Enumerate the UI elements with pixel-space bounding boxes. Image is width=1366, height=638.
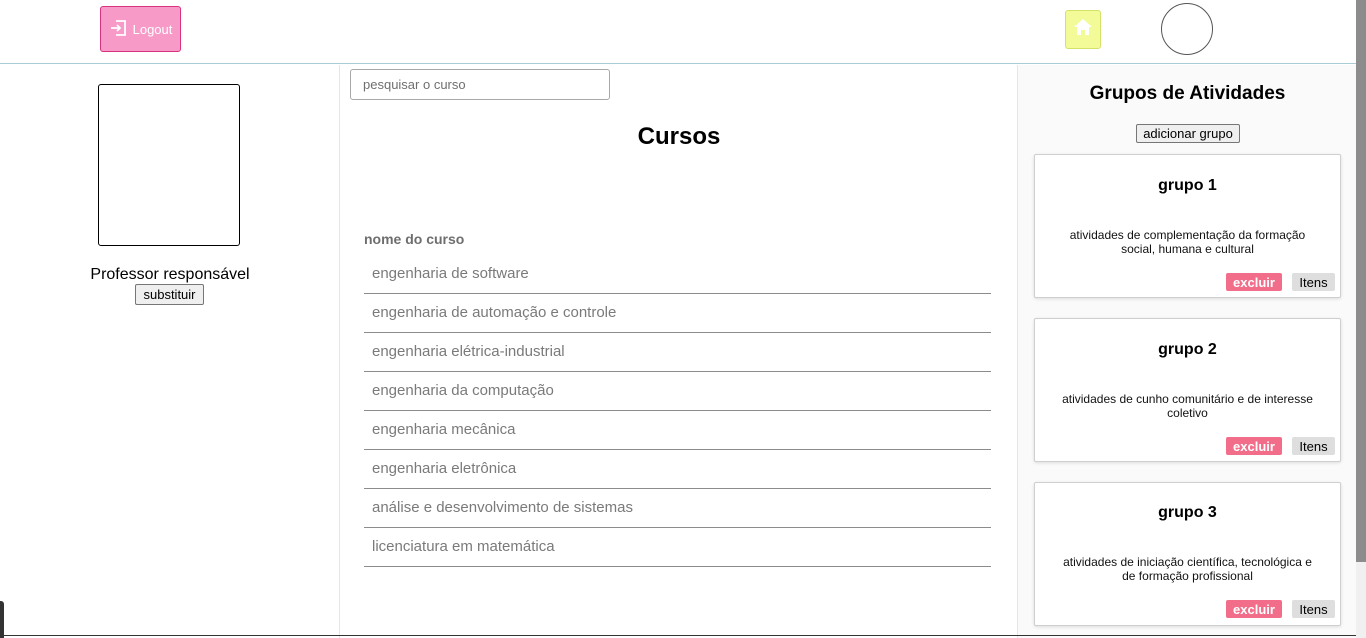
logout-button[interactable]: Logout — [100, 6, 181, 52]
professor-panel: Professor responsável substituir — [0, 65, 340, 638]
page-title: Cursos — [637, 123, 721, 150]
groups-title: Grupos de Atividades — [1089, 83, 1286, 104]
bottom-divider — [0, 635, 1356, 636]
replace-professor-button[interactable]: substituir — [135, 284, 204, 305]
home-button[interactable] — [1065, 10, 1101, 49]
activity-groups-panel: Grupos de Atividades adicionar grupo gru… — [1017, 65, 1356, 638]
home-icon — [1073, 17, 1093, 42]
course-search-input[interactable] — [350, 69, 610, 100]
course-list: engenharia de software engenharia de aut… — [364, 255, 991, 567]
logout-icon — [109, 18, 129, 41]
group-items-button[interactable]: Itens — [1292, 273, 1335, 291]
delete-group-button[interactable]: excluir — [1226, 273, 1282, 291]
add-group-button[interactable]: adicionar grupo — [1136, 124, 1240, 143]
course-item[interactable]: licenciatura em matemática — [364, 528, 991, 567]
professor-photo — [98, 84, 240, 246]
group-description: atividades de complementação da formação… — [1069, 228, 1306, 256]
group-items-button[interactable]: Itens — [1292, 437, 1335, 455]
group-name: grupo 1 — [1158, 177, 1217, 194]
logout-label: Logout — [132, 21, 173, 37]
group-description: atividades de cunho comunitário e de int… — [1062, 392, 1313, 420]
course-item[interactable]: engenharia eletrônica — [364, 450, 991, 489]
course-item[interactable]: engenharia elétrica-industrial — [364, 333, 991, 372]
delete-group-button[interactable]: excluir — [1226, 437, 1282, 455]
group-items-button[interactable]: Itens — [1292, 600, 1335, 618]
user-avatar[interactable] — [1161, 3, 1213, 55]
course-item[interactable]: engenharia de automação e controle — [364, 294, 991, 333]
scrollbar-thumb[interactable] — [1356, 0, 1366, 562]
course-column-header: nome do curso — [364, 231, 465, 247]
group-description: atividades de iniciação científica, tecn… — [1063, 555, 1312, 583]
course-item[interactable]: engenharia de software — [364, 255, 991, 294]
group-card: grupo 1 atividades de complementação da … — [1034, 154, 1341, 298]
top-bar: Logout — [0, 0, 1356, 64]
group-name: grupo 2 — [1158, 341, 1217, 358]
professor-label: Professor responsável — [90, 266, 250, 283]
group-card: grupo 3 atividades de iniciação científi… — [1034, 482, 1341, 626]
course-item[interactable]: engenharia da computação — [364, 372, 991, 411]
delete-group-button[interactable]: excluir — [1226, 600, 1282, 618]
group-name: grupo 3 — [1158, 504, 1217, 521]
courses-panel: Cursos nome do curso engenharia de softw… — [340, 65, 1018, 638]
course-item[interactable]: engenharia mecânica — [364, 411, 991, 450]
corner-mark — [0, 601, 4, 638]
course-item[interactable]: análise e desenvolvimento de sistemas — [364, 489, 991, 528]
group-card: grupo 2 atividades de cunho comunitário … — [1034, 318, 1341, 462]
